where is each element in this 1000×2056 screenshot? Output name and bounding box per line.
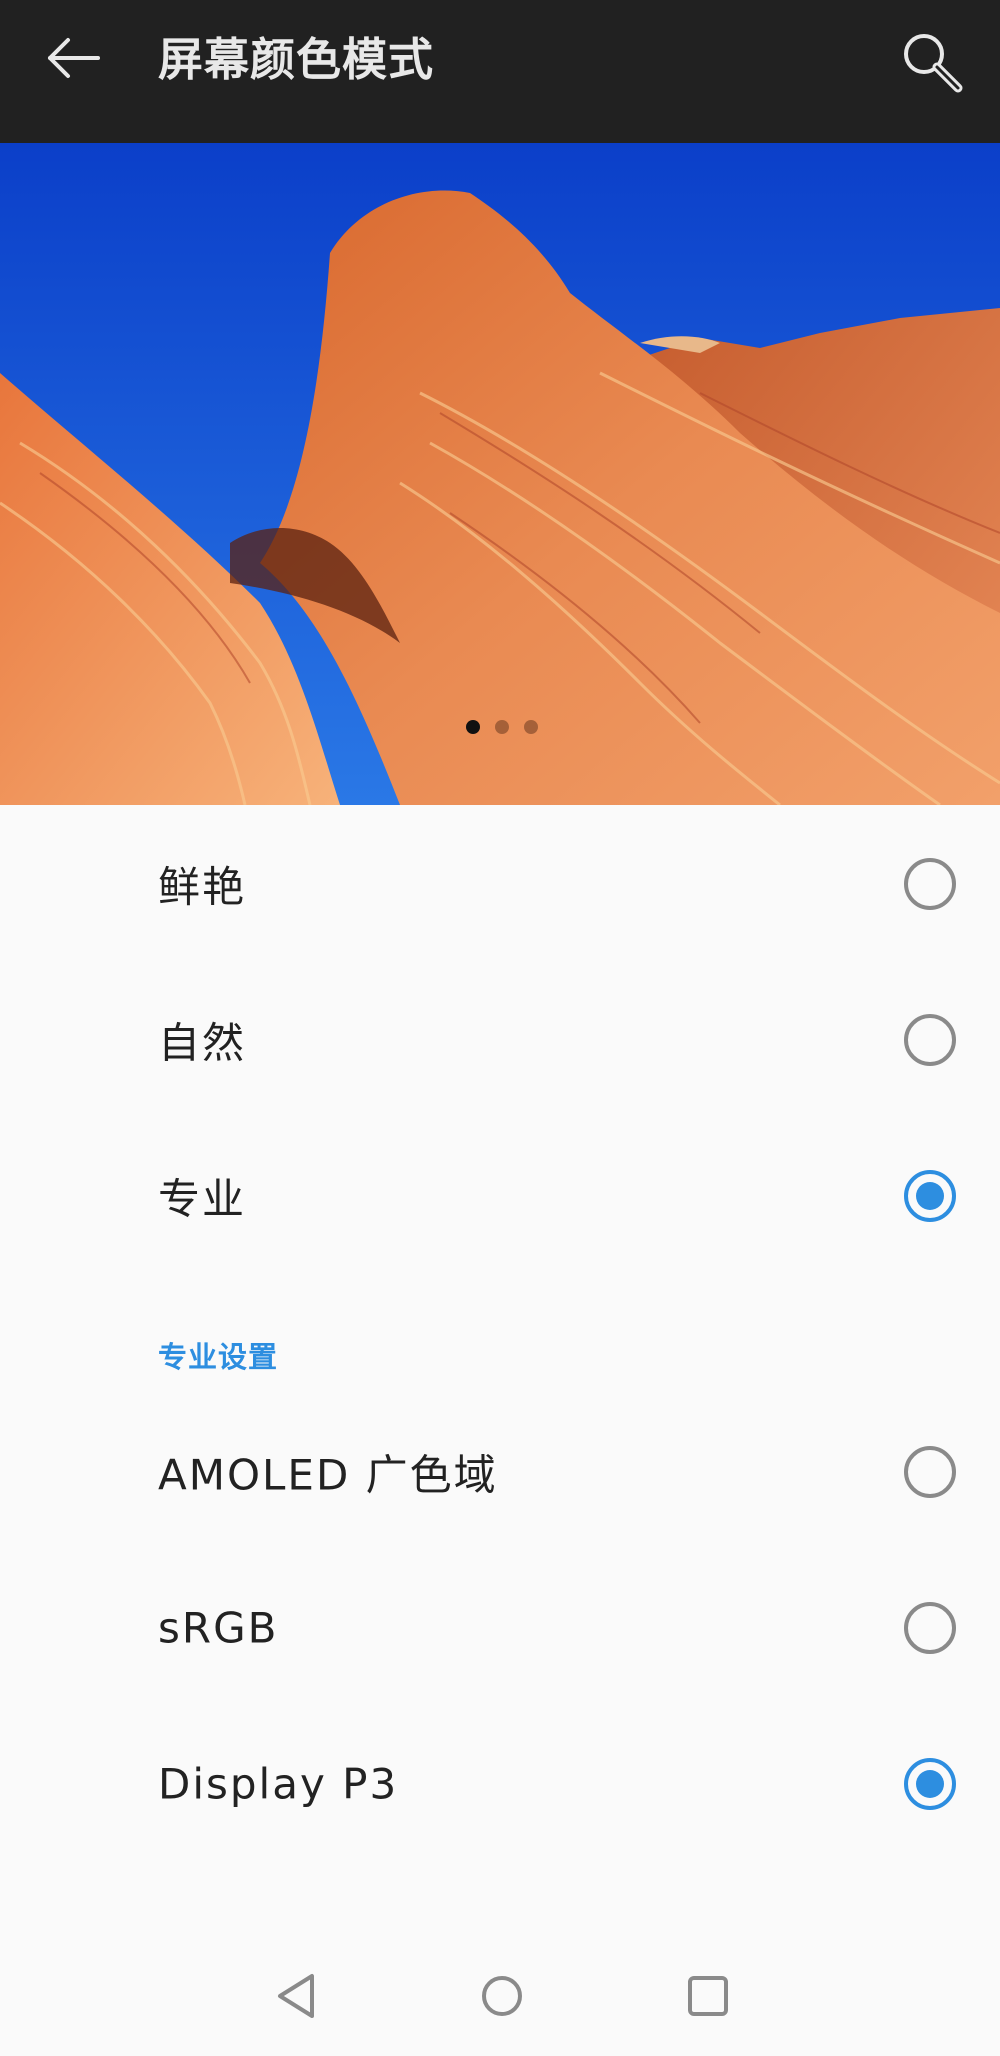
square-recents-icon — [688, 1976, 728, 2016]
mode-option-natural[interactable]: 自然 — [0, 962, 1000, 1118]
radio-button-selected[interactable] — [904, 1170, 956, 1222]
radio-button[interactable] — [904, 1602, 956, 1654]
mode-option-pro[interactable]: 专业 — [0, 1118, 1000, 1274]
search-icon — [904, 34, 963, 93]
radio-button[interactable] — [904, 1014, 956, 1066]
page-dot — [495, 720, 509, 734]
arrow-left-icon — [48, 38, 100, 78]
gamut-option-label: AMOLED 广色域 — [158, 1450, 498, 1500]
radio-button-selected[interactable] — [904, 1758, 956, 1810]
app-bar: 屏幕颜色模式 — [0, 0, 1000, 143]
mode-option-label: 自然 — [158, 1018, 247, 1068]
nav-recents-button[interactable] — [668, 1956, 748, 2036]
nav-back-button[interactable] — [258, 1956, 338, 2036]
sandstone-wave-photo — [0, 143, 1000, 805]
gamut-option-amoled[interactable]: AMOLED 广色域 — [0, 1394, 1000, 1550]
radio-button[interactable] — [904, 1446, 956, 1498]
color-mode-preview-image[interactable] — [0, 143, 1000, 805]
triangle-back-icon — [278, 1974, 314, 2018]
radio-button[interactable] — [904, 858, 956, 910]
mode-option-label: 鲜艳 — [158, 862, 247, 912]
gamut-option-label: sRGB — [158, 1603, 279, 1653]
gamut-option-srgb[interactable]: sRGB — [0, 1550, 1000, 1706]
section-header-pro-settings: 专业设置 — [158, 1340, 279, 1374]
nav-home-button[interactable] — [462, 1956, 542, 2036]
search-button[interactable] — [890, 22, 976, 108]
system-nav-bar — [0, 1936, 1000, 2056]
page-dot — [524, 720, 538, 734]
mode-option-vivid[interactable]: 鲜艳 — [0, 806, 1000, 962]
circle-home-icon — [482, 1976, 522, 2016]
page-dot-active — [466, 720, 480, 734]
mode-option-label: 专业 — [158, 1174, 247, 1224]
gamut-option-label: Display P3 — [158, 1759, 399, 1809]
gamut-option-display-p3[interactable]: Display P3 — [0, 1706, 1000, 1862]
page-title: 屏幕颜色模式 — [158, 33, 435, 86]
preview-page-indicator — [0, 720, 1000, 738]
back-button[interactable] — [34, 26, 114, 106]
